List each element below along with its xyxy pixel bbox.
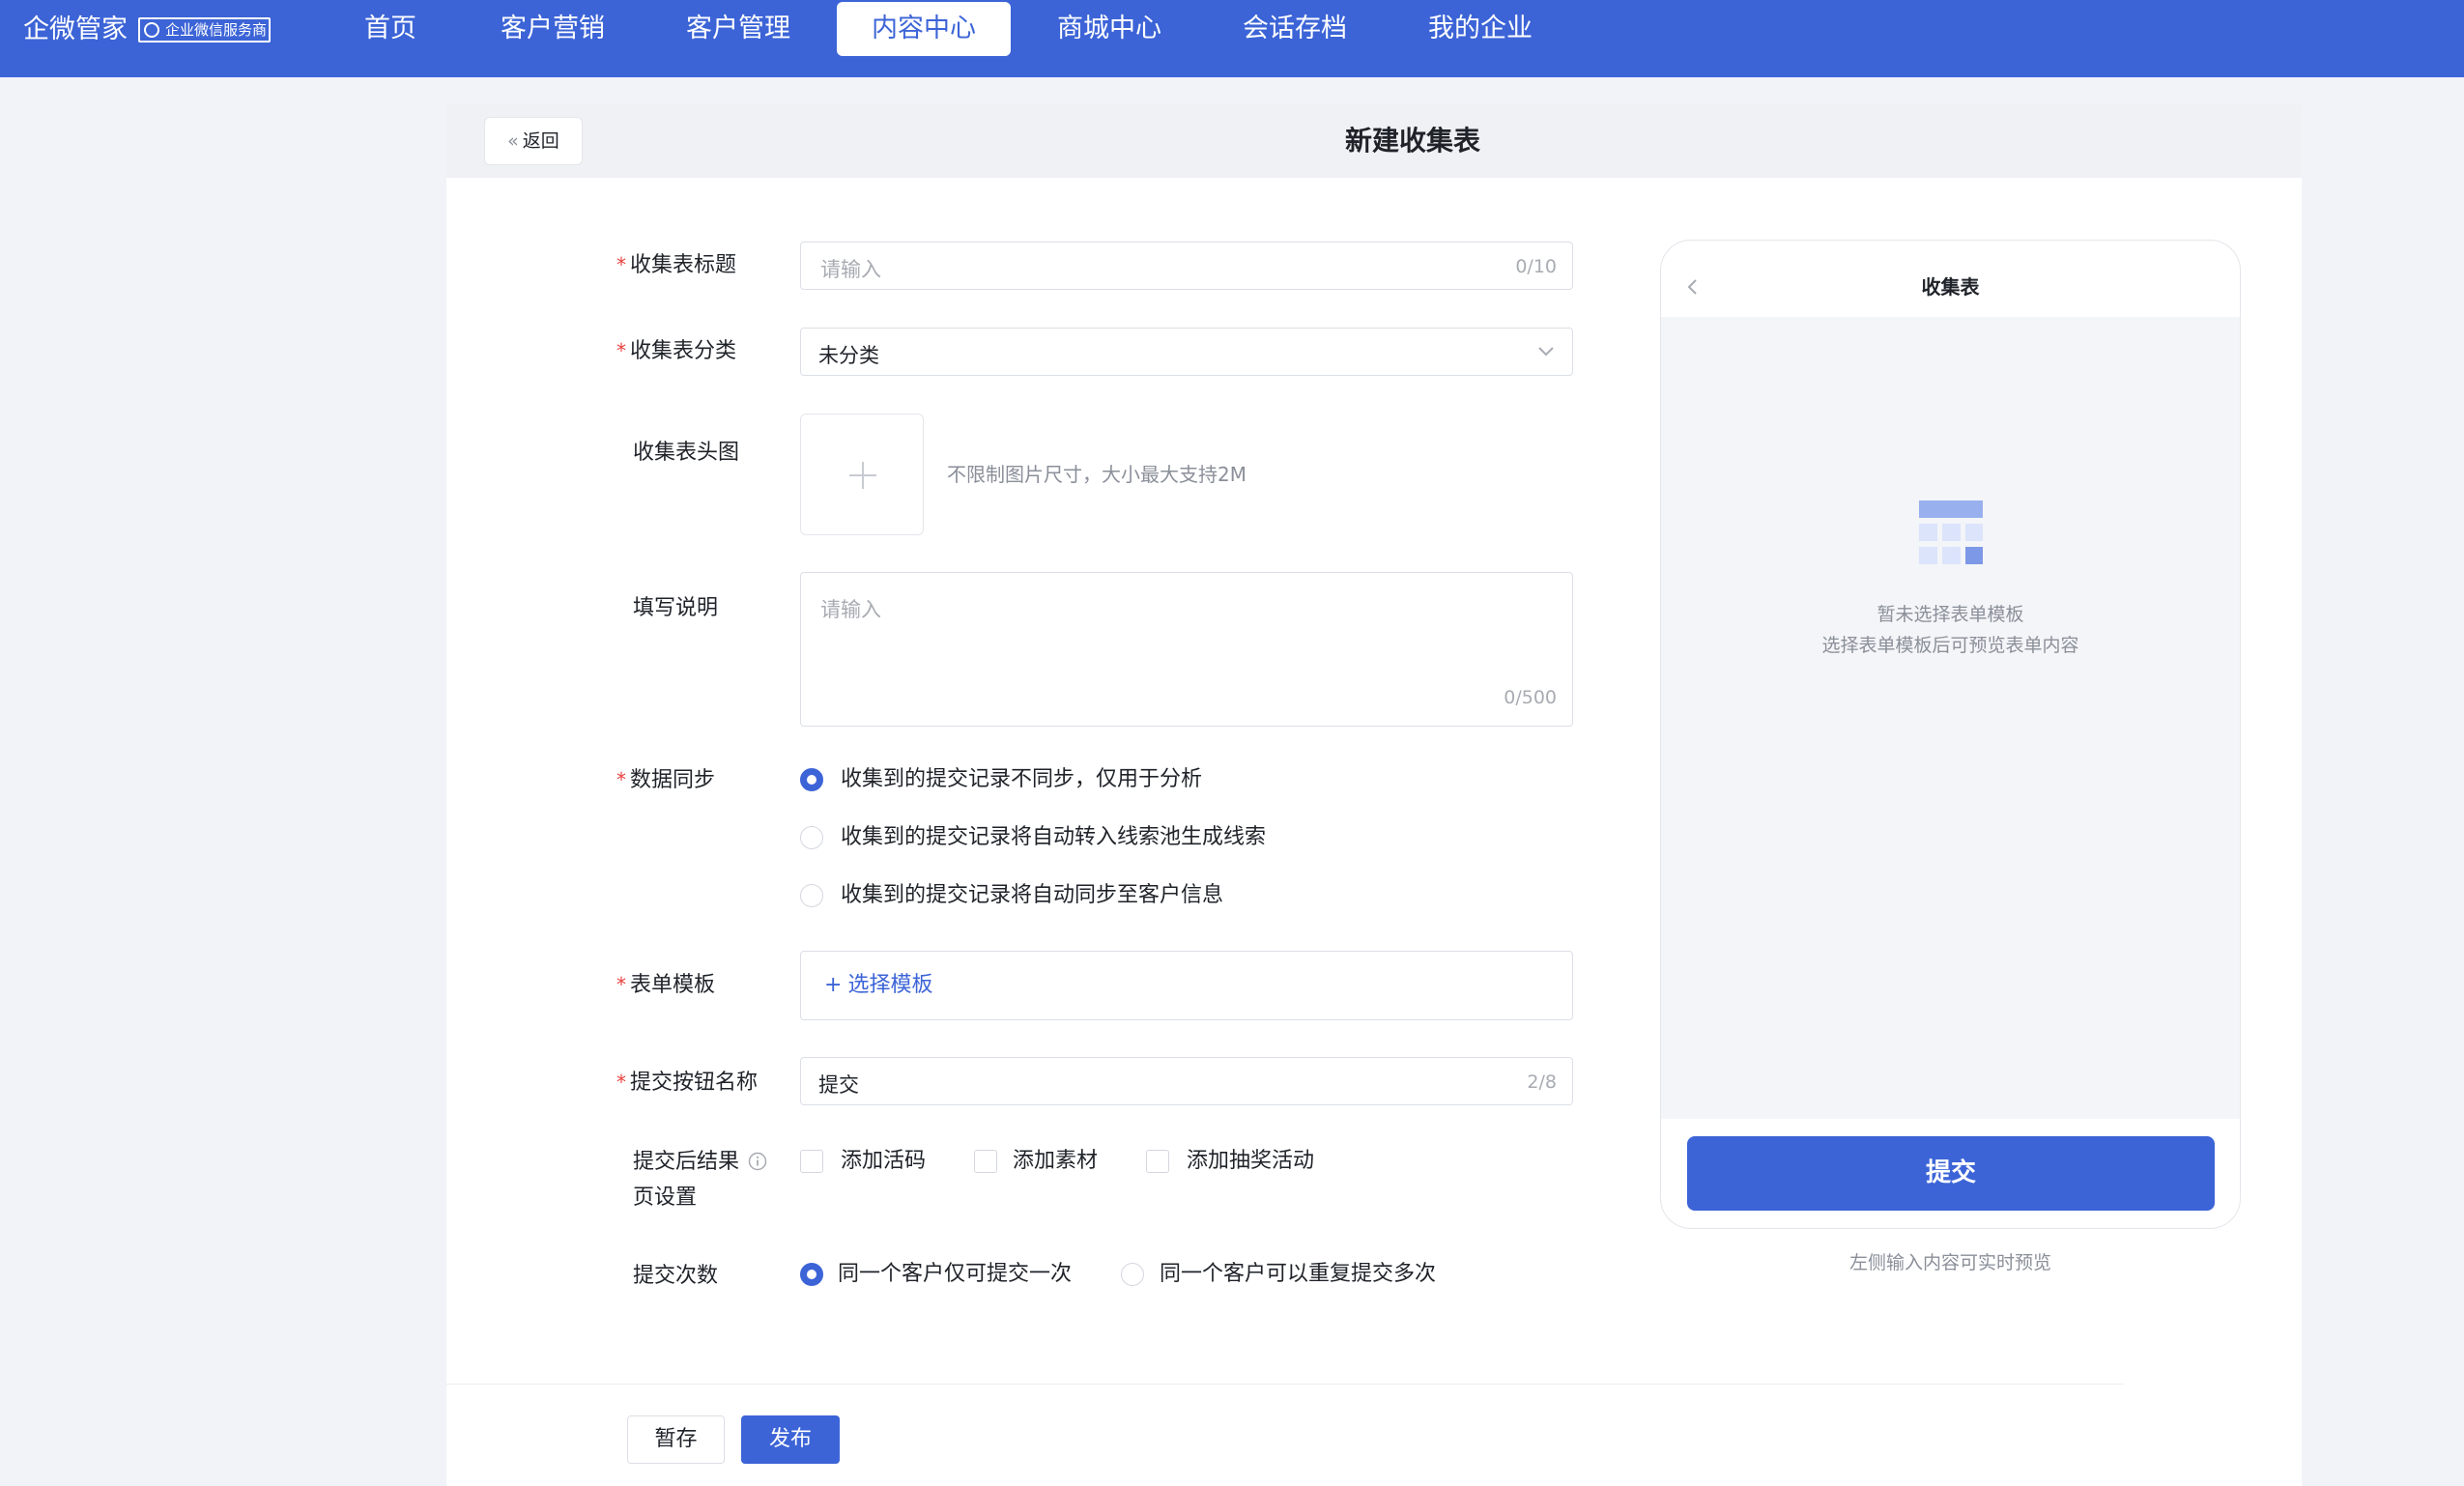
sync-radio-none[interactable]	[800, 768, 823, 791]
select-template-button[interactable]: + 选择模板	[824, 970, 932, 1001]
result-option-label: 添加抽奖活动	[1187, 1149, 1315, 1173]
category-select[interactable]: 未分类	[800, 328, 1573, 376]
preview-empty-title: 暂未选择表单模板	[1877, 604, 2024, 625]
cover-field-label: 收集表头图	[633, 441, 740, 465]
template-box: + 选择模板	[800, 951, 1573, 1020]
preview-caption: 左侧输入内容可实时预览	[1848, 1252, 2051, 1273]
nav-item-session-archive[interactable]: 会话存档	[1225, 0, 1364, 58]
footer-divider	[446, 1384, 2124, 1385]
table-icon	[1919, 500, 1983, 564]
sync-radio-leads[interactable]	[800, 826, 823, 849]
result-field-label-line2: 页设置	[633, 1186, 698, 1210]
desc-char-count: 0/500	[1504, 687, 1557, 708]
title-field-label: * 收集表标题	[616, 253, 737, 277]
title-char-count: 0/10	[1515, 256, 1557, 277]
nav-item-mall-center[interactable]: 商城中心	[1040, 0, 1179, 58]
required-asterisk: *	[616, 973, 626, 996]
cover-hint: 不限制图片尺寸，大小最大支持2M	[947, 463, 1246, 486]
sync-option-label: 收集到的提交记录不同步，仅用于分析	[841, 767, 1203, 791]
sync-option-label: 收集到的提交记录将自动同步至客户信息	[841, 883, 1224, 907]
required-asterisk: *	[616, 253, 626, 276]
submit-name-field-label: * 提交按钮名称	[616, 1071, 759, 1095]
times-option-label: 同一个客户仅可提交一次	[838, 1262, 1073, 1286]
plus-icon: +	[824, 973, 843, 997]
cover-upload[interactable]	[800, 414, 924, 535]
times-field-label: 提交次数	[633, 1264, 719, 1288]
result-option-label: 添加活码	[841, 1149, 927, 1173]
nav-item-content-center[interactable]: 内容中心	[837, 2, 1011, 56]
submit-name-input[interactable]: 提交 2/8	[800, 1057, 1573, 1105]
add-lottery-checkbox[interactable]	[1146, 1150, 1169, 1173]
category-field-label: * 收集表分类	[616, 339, 737, 363]
required-asterisk: *	[616, 768, 626, 791]
title-input[interactable]: 请输入 0/10	[800, 242, 1573, 290]
submit-name-char-count: 2/8	[1527, 1072, 1557, 1093]
brand-name[interactable]: 企微管家	[23, 0, 128, 60]
desc-textarea[interactable]: 请输入 0/500	[800, 572, 1573, 727]
template-field-label: * 表单模板	[616, 973, 716, 997]
plus-icon	[849, 462, 876, 489]
nav-item-customer-marketing[interactable]: 客户营销	[483, 0, 622, 58]
sync-option-label: 收集到的提交记录将自动转入线索池生成线索	[841, 825, 1267, 849]
publish-button[interactable]: 发布	[741, 1415, 840, 1464]
search-icon	[144, 22, 159, 38]
result-field-label: 提交后结果	[633, 1147, 767, 1178]
preview-submit-button[interactable]: 提交	[1687, 1136, 2215, 1211]
result-option-label: 添加素材	[1013, 1149, 1099, 1173]
preview-screen	[1661, 317, 2240, 1119]
add-material-checkbox[interactable]	[974, 1150, 997, 1173]
preview-title: 收集表	[1921, 275, 1980, 299]
chevron-down-icon	[1538, 347, 1554, 357]
times-radio-multiple[interactable]	[1121, 1263, 1144, 1286]
nav-item-home[interactable]: 首页	[346, 0, 435, 58]
service-provider-badge: 企业微信服务商	[138, 17, 271, 43]
desc-field-label: 填写说明	[633, 596, 719, 620]
sync-radio-customer[interactable]	[800, 884, 823, 907]
required-asterisk: *	[616, 339, 626, 362]
nav-item-my-enterprise[interactable]: 我的企业	[1411, 0, 1550, 58]
add-live-code-checkbox[interactable]	[800, 1150, 823, 1173]
sync-field-label: * 数据同步	[616, 768, 716, 792]
preview-empty-hint: 选择表单模板后可预览表单内容	[1821, 635, 2079, 656]
page-title: 新建收集表	[1344, 125, 1480, 157]
nav-item-customer-management[interactable]: 客户管理	[669, 0, 808, 58]
times-option-label: 同一个客户可以重复提交多次	[1160, 1262, 1437, 1286]
required-asterisk: *	[616, 1071, 626, 1094]
times-radio-once[interactable]	[800, 1263, 823, 1286]
save-draft-button[interactable]: 暂存	[627, 1415, 725, 1464]
info-icon[interactable]	[748, 1152, 767, 1171]
